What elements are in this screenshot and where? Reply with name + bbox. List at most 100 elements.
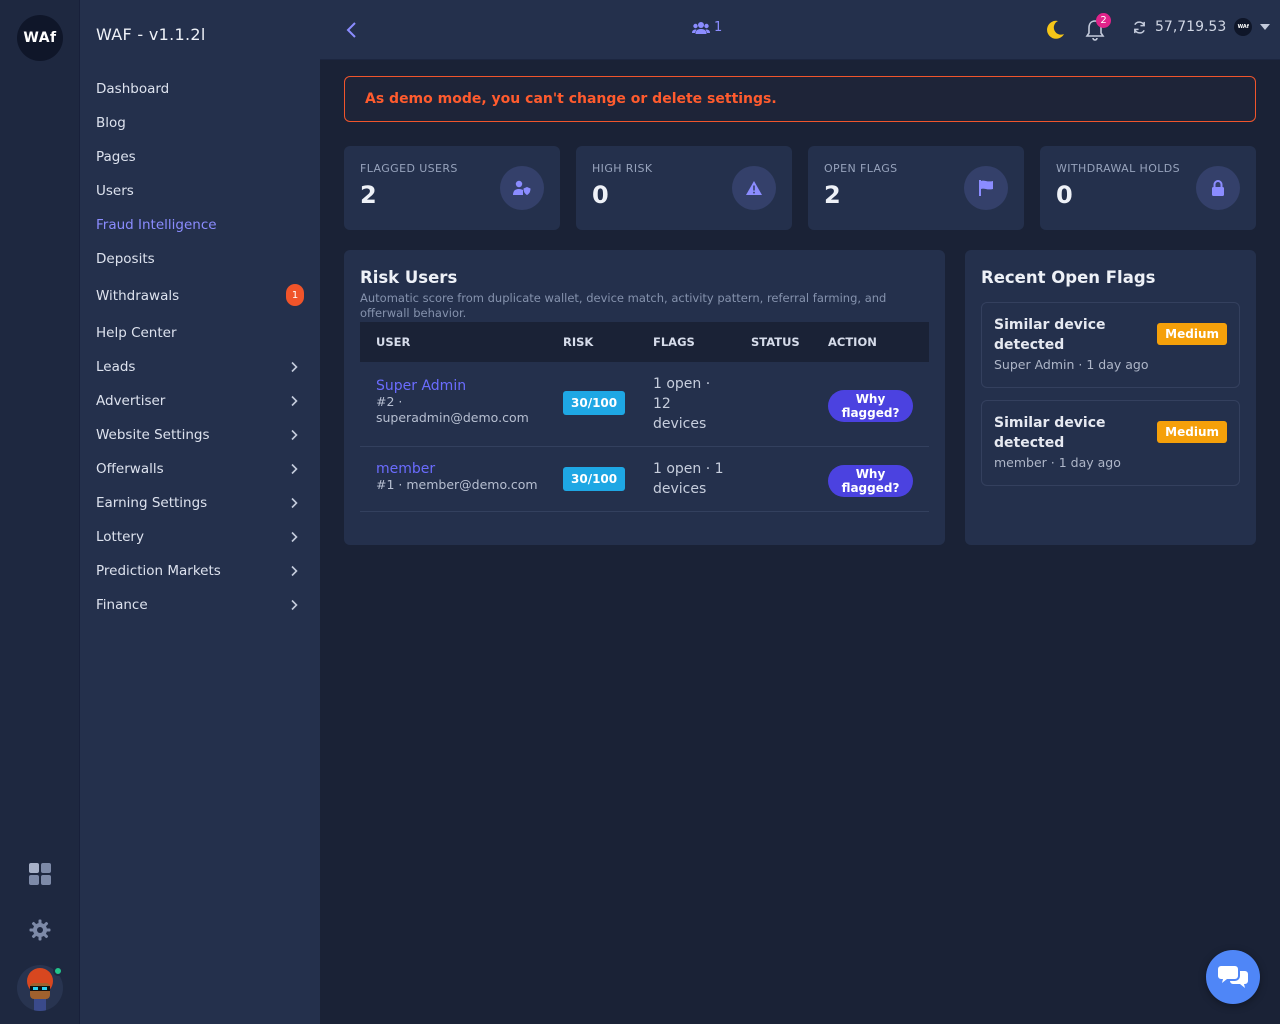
user-link[interactable]: member — [376, 461, 538, 477]
sidebar-item-label: Blog — [96, 115, 126, 131]
sidebar-item-blog[interactable]: Blog — [80, 106, 320, 140]
sidebar-item-website-settings[interactable]: Website Settings — [80, 418, 320, 452]
sidebar-item-label: Dashboard — [96, 81, 170, 97]
flag-card[interactable]: Similar device detected member · 1 day ag… — [981, 400, 1240, 486]
chevron-right-icon — [291, 497, 298, 509]
table-header: USER RISK FLAGS STATUS ACTION — [360, 322, 929, 362]
stat-card-open-flags: OPEN FLAGS 2 — [808, 146, 1024, 230]
balance-dropdown[interactable]: 57,719.53 WAf — [1132, 18, 1271, 36]
balance-amount: 57,719.53 — [1155, 19, 1227, 35]
risk-cell: 30/100 — [563, 391, 626, 415]
column-header: STATUS — [751, 335, 800, 349]
sidebar-item-label: Lottery — [96, 529, 144, 545]
sidebar-item-users[interactable]: Users — [80, 174, 320, 208]
coin-icon: WAf — [1234, 18, 1253, 36]
apps-grid-icon[interactable] — [29, 863, 51, 885]
sidebar-item-leads[interactable]: Leads — [80, 350, 320, 384]
action-cell: Why flagged? — [828, 390, 913, 422]
sidebar-item-prediction-markets[interactable]: Prediction Markets — [80, 554, 320, 588]
chevron-right-icon — [291, 599, 298, 611]
chat-bubbles-icon — [1218, 966, 1248, 988]
online-count: 1 — [714, 20, 723, 35]
user-cell: member #1 · member@demo.com — [376, 461, 538, 493]
severity-badge: Medium — [1157, 323, 1227, 345]
sidebar-item-label: Prediction Markets — [96, 563, 221, 579]
flag-icon — [964, 166, 1008, 210]
column-header: ACTION — [828, 335, 877, 349]
flag-meta: member · 1 day ago — [994, 455, 1121, 470]
panel-title: Risk Users — [360, 268, 458, 287]
risk-score-badge: 30/100 — [563, 467, 626, 491]
chevron-right-icon — [291, 395, 298, 407]
refresh-icon[interactable] — [1132, 20, 1147, 35]
sidebar-item-label: Earning Settings — [96, 495, 208, 511]
users-icon — [692, 21, 710, 34]
flags-cell: 1 open · 12 devices — [653, 374, 710, 434]
flags-text: 1 open · — [653, 376, 711, 392]
online-users-indicator[interactable]: 1 — [692, 20, 722, 35]
moon-icon[interactable] — [1044, 19, 1066, 41]
warning-triangle-icon — [732, 166, 776, 210]
risk-users-table: USER RISK FLAGS STATUS ACTION Super Admi… — [360, 322, 929, 512]
flag-title: Similar device detected — [994, 415, 1106, 451]
why-flagged-button[interactable]: Why flagged? — [828, 390, 913, 422]
panel-subtitle: Automatic score from duplicate wallet, d… — [360, 291, 887, 320]
stat-card-flagged-users: FLAGGED USERS 2 — [344, 146, 560, 230]
chevron-right-icon — [291, 531, 298, 543]
sidebar-item-fraud-intelligence[interactable]: Fraud Intelligence — [80, 208, 320, 242]
risk-cell: 30/100 — [563, 467, 626, 491]
user-meta: #2 · — [376, 394, 403, 409]
sidebar-item-lottery[interactable]: Lottery — [80, 520, 320, 554]
demo-mode-alert: As demo mode, you can't change or delete… — [344, 76, 1256, 122]
chevron-left-icon[interactable] — [342, 18, 362, 42]
sidebar-item-label: Deposits — [96, 251, 155, 267]
column-header: FLAGS — [653, 335, 695, 349]
stat-card-withdrawal-holds: WITHDRAWAL HOLDS 0 — [1040, 146, 1256, 230]
sidebar-nav: Dashboard Blog Pages Users Fraud Intelli… — [80, 72, 320, 622]
chevron-right-icon — [291, 565, 298, 577]
flags-text: 12 — [653, 396, 671, 412]
sidebar-item-withdrawals[interactable]: Withdrawals 1 — [80, 276, 320, 316]
chevron-right-icon — [291, 361, 298, 373]
sidebar-item-offerwalls[interactable]: Offerwalls — [80, 452, 320, 486]
user-shield-icon — [500, 166, 544, 210]
chat-button[interactable] — [1206, 950, 1260, 1004]
sidebar-item-label: Users — [96, 183, 134, 199]
column-header: RISK — [563, 335, 594, 349]
flags-text: devices — [653, 481, 707, 497]
sidebar-item-earning-settings[interactable]: Earning Settings — [80, 486, 320, 520]
chevron-right-icon — [291, 463, 298, 475]
sidebar-item-label: Help Center — [96, 325, 177, 341]
topbar: 1 2 57,719.53 WAf — [320, 0, 1280, 60]
sidebar-item-advertiser[interactable]: Advertiser — [80, 384, 320, 418]
sidebar-item-deposits[interactable]: Deposits — [80, 242, 320, 276]
sidebar-item-help-center[interactable]: Help Center — [80, 316, 320, 350]
gear-icon[interactable] — [28, 918, 52, 942]
withdrawals-count-badge: 1 — [286, 284, 304, 306]
flags-cell: 1 open · 1 devices — [653, 459, 724, 499]
user-email: superadmin@demo.com — [376, 410, 529, 425]
sidebar-item-label: Website Settings — [96, 427, 210, 443]
user-link[interactable]: Super Admin — [376, 378, 529, 394]
sidebar-item-finance[interactable]: Finance — [80, 588, 320, 622]
sidebar: WAF - v1.1.2l Dashboard Blog Pages Users… — [80, 0, 320, 1024]
sidebar-item-label: Finance — [96, 597, 148, 613]
flag-card[interactable]: Similar device detected Super Admin · 1 d… — [981, 302, 1240, 388]
why-flagged-button[interactable]: Why flagged? — [828, 465, 913, 497]
severity-badge: Medium — [1157, 421, 1227, 443]
sidebar-item-dashboard[interactable]: Dashboard — [80, 72, 320, 106]
app-logo[interactable]: WAf — [17, 15, 63, 61]
action-cell: Why flagged? — [828, 465, 913, 497]
sidebar-item-label: Leads — [96, 359, 136, 375]
flag-meta: Super Admin · 1 day ago — [994, 357, 1149, 372]
flags-text: devices — [653, 416, 707, 432]
online-status-dot — [53, 966, 63, 976]
logo-text: WAf — [23, 30, 57, 46]
sidebar-item-pages[interactable]: Pages — [80, 140, 320, 174]
flag-title: Similar device detected — [994, 317, 1106, 353]
alert-message: As demo mode, you can't change or delete… — [365, 91, 777, 107]
user-meta: #1 · member@demo.com — [376, 477, 538, 492]
table-row: Super Admin #2 · superadmin@demo.com 30/… — [360, 362, 929, 447]
icon-rail: WAf — [0, 0, 80, 1024]
panel-title: Recent Open Flags — [981, 268, 1156, 287]
